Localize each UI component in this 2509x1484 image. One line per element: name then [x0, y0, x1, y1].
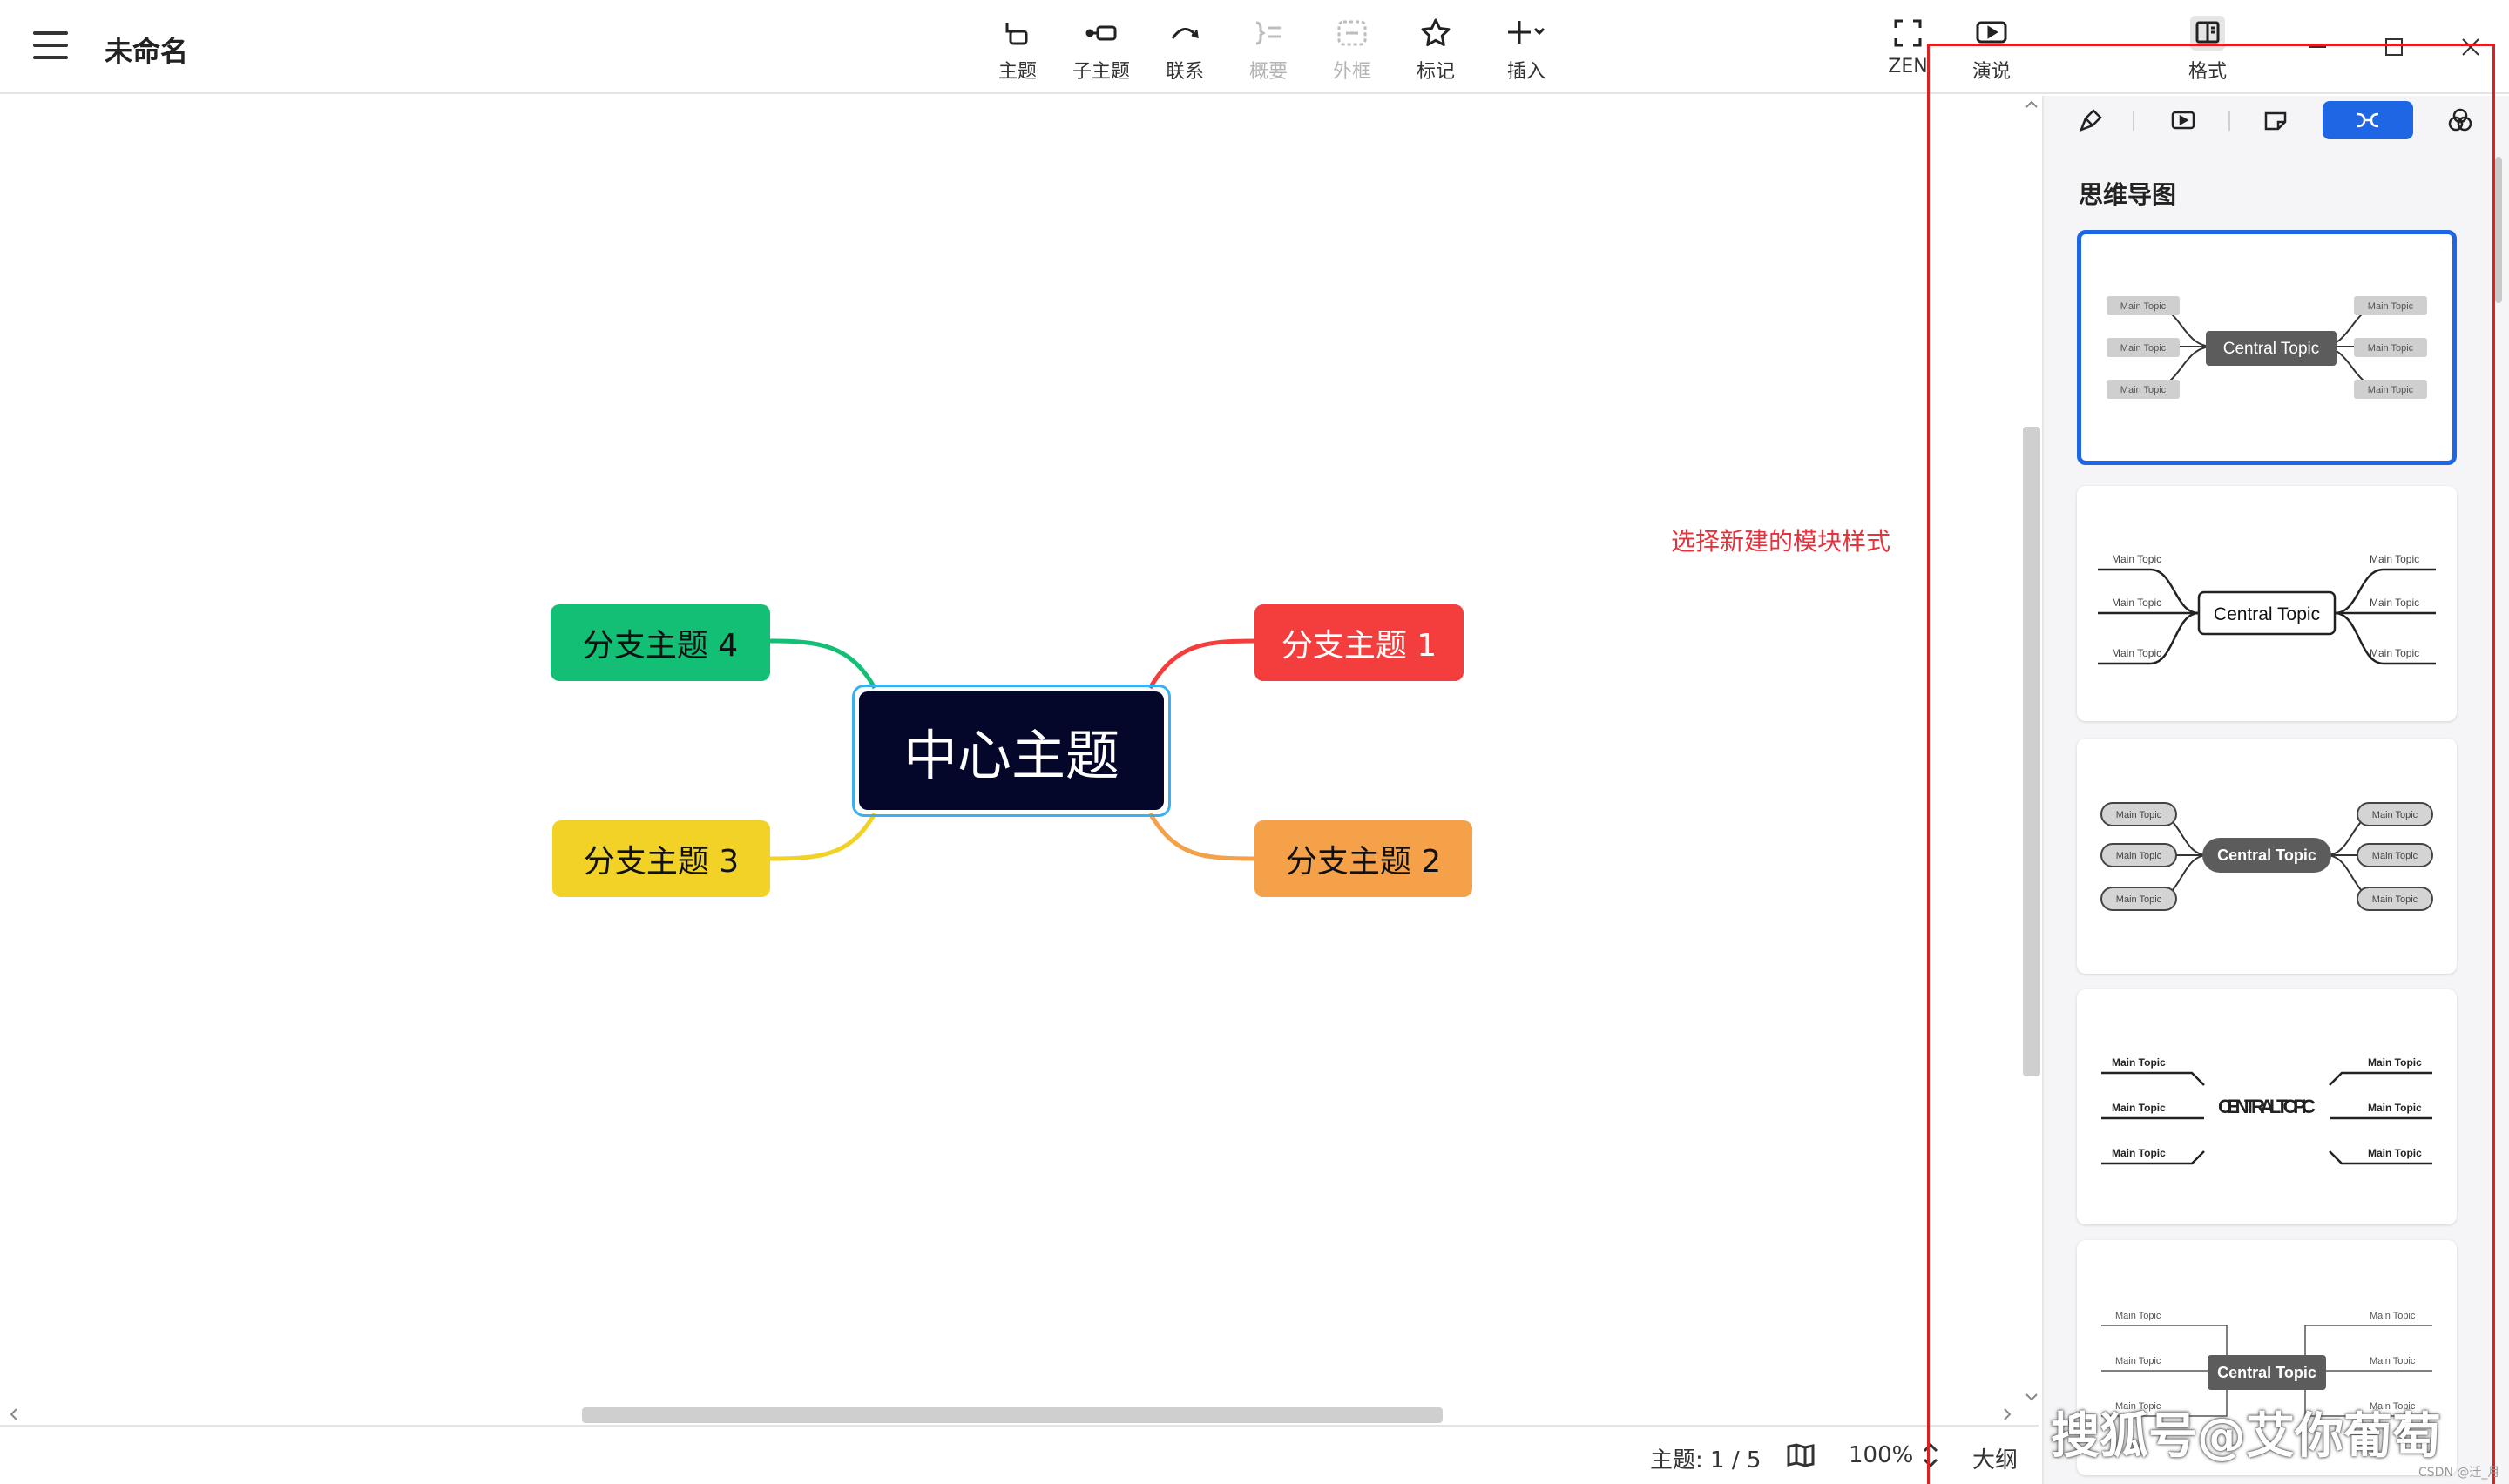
svg-text:Main Topic: Main Topic [2370, 597, 2419, 609]
tab-sticker[interactable] [2230, 101, 2321, 139]
central-topic[interactable]: 中心主题 [859, 691, 1164, 810]
tab-style[interactable] [2046, 101, 2136, 139]
svg-text:Main Topic: Main Topic [2368, 1147, 2422, 1159]
svg-text:Main Topic: Main Topic [2116, 851, 2162, 861]
tab-pitch[interactable] [2138, 101, 2228, 139]
map-style-card-3[interactable]: Central Topic Main Topic Main Topic Main T… [2077, 739, 2457, 974]
format-panel-icon [2190, 16, 2225, 51]
tab-theme[interactable] [2415, 101, 2506, 139]
status-bar: 主题: 1 / 5 100% 大纲 [0, 1425, 2039, 1484]
watermark: 搜狐号@艾你葡萄 [2051, 1408, 2441, 1465]
tab-map-style[interactable] [2323, 101, 2413, 139]
maximize-icon[interactable] [2377, 30, 2411, 64]
svg-text:Main Topic: Main Topic [2116, 810, 2162, 820]
scroll-up-icon[interactable] [2023, 98, 2040, 111]
map-style-preview-3: Central Topic Main Topic Main Topic Main T… [2100, 802, 2433, 911]
panel-scroll-thumb[interactable] [2495, 157, 2502, 303]
svg-text:Main Topic: Main Topic [2116, 894, 2162, 905]
svg-text:Main Topic: Main Topic [2115, 1311, 2161, 1321]
zoom-level[interactable]: 100% [1849, 1442, 1913, 1468]
svg-text:Main Topic: Main Topic [2370, 647, 2419, 659]
map-style-card-1[interactable]: Central Topic Main Topic Main Topic Main T… [2077, 230, 2457, 465]
horizontal-scroll-thumb[interactable] [582, 1407, 1443, 1423]
connector-branch-3 [768, 812, 877, 861]
map-structure-icon [2357, 112, 2379, 128]
svg-text:Main Topic: Main Topic [2368, 343, 2414, 354]
outline-button[interactable]: 大纲 [1972, 1442, 2018, 1474]
card-3-center-text: Central Topic [2217, 847, 2316, 864]
svg-text:Main Topic: Main Topic [2112, 647, 2161, 659]
svg-text:Main Topic: Main Topic [2370, 1356, 2416, 1366]
format-button[interactable]: 格式 [2164, 16, 2251, 85]
map-style-preview-2: Central Topic Main Topic Main Topic Main T… [2098, 553, 2436, 665]
svg-text:Main Topic: Main Topic [2368, 385, 2414, 395]
map-view-icon[interactable] [1786, 1442, 1816, 1468]
svg-text:Main Topic: Main Topic [2368, 301, 2414, 312]
scroll-right-icon[interactable] [2000, 1406, 2014, 1423]
close-icon[interactable] [2453, 30, 2488, 64]
annotation-note: 选择新建的模块样式 [1671, 527, 1891, 556]
scroll-left-icon[interactable] [7, 1406, 21, 1423]
svg-text:Main Topic: Main Topic [2120, 385, 2167, 395]
card-1-center-text: Central Topic [2223, 340, 2320, 358]
svg-text:Main Topic: Main Topic [2112, 597, 2161, 609]
branch-topic-4[interactable]: 分支主题 4 [551, 604, 770, 681]
svg-text:Main Topic: Main Topic [2112, 1056, 2166, 1069]
presentation-icon [2171, 111, 2195, 130]
tab-separator [2133, 111, 2134, 131]
svg-text:Main Topic: Main Topic [2370, 1311, 2416, 1321]
card-5-center-text: Central Topic [2217, 1364, 2316, 1381]
map-style-card-2[interactable]: Central Topic Main Topic Main Topic Main T… [2077, 486, 2457, 721]
scroll-down-icon[interactable] [2023, 1390, 2040, 1404]
svg-text:Main Topic: Main Topic [2120, 301, 2167, 312]
svg-text:Main Topic: Main Topic [2115, 1356, 2161, 1366]
map-style-card-4[interactable]: CENTRAL TOPIC Main Topic Main Topic Main T… [2077, 989, 2457, 1224]
watermark-small: CSDN @迁_月 [2418, 1466, 2500, 1480]
svg-text:Main Topic: Main Topic [2372, 894, 2418, 905]
map-style-preview-1: Central Topic Main Topic Main Topic Main T… [2107, 296, 2427, 399]
svg-text:Main Topic: Main Topic [2368, 1102, 2422, 1114]
panel-tabs [2042, 98, 2509, 146]
vertical-scroll-thumb[interactable] [2023, 427, 2040, 1076]
connector-branch-4 [768, 638, 877, 690]
card-4-center-text: CENTRAL TOPIC [2218, 1096, 2316, 1117]
branch-topic-1[interactable]: 分支主题 1 [1254, 604, 1464, 681]
card-2-center-text: Central Topic [2214, 604, 2320, 624]
format-label: 格式 [2188, 61, 2227, 83]
svg-text:Main Topic: Main Topic [2112, 1147, 2166, 1159]
svg-text:Main Topic: Main Topic [2372, 810, 2418, 820]
connector-branch-1 [1147, 638, 1257, 690]
branch-topic-3[interactable]: 分支主题 3 [552, 820, 770, 897]
zoom-stepper-icon[interactable] [1920, 1440, 1941, 1470]
svg-text:Main Topic: Main Topic [2112, 1102, 2166, 1114]
brush-icon [2079, 109, 2102, 132]
map-style-preview-4: CENTRAL TOPIC Main Topic Main Topic Main T… [2101, 1056, 2432, 1165]
branch-topic-2[interactable]: 分支主题 2 [1254, 820, 1472, 897]
theme-circles-icon [2448, 108, 2472, 132]
sticker-icon [2264, 111, 2287, 131]
svg-text:Main Topic: Main Topic [2372, 851, 2418, 861]
topic-count: 主题: 1 / 5 [1650, 1447, 1762, 1474]
svg-text:Main Topic: Main Topic [2112, 553, 2161, 565]
svg-text:Main Topic: Main Topic [2120, 343, 2167, 354]
svg-text:Main Topic: Main Topic [2368, 1056, 2422, 1069]
svg-text:Main Topic: Main Topic [2370, 553, 2419, 565]
connector-branch-2 [1147, 812, 1257, 861]
minimize-icon[interactable] [2300, 30, 2335, 64]
panel-section-title: 思维导图 [2079, 180, 2177, 209]
